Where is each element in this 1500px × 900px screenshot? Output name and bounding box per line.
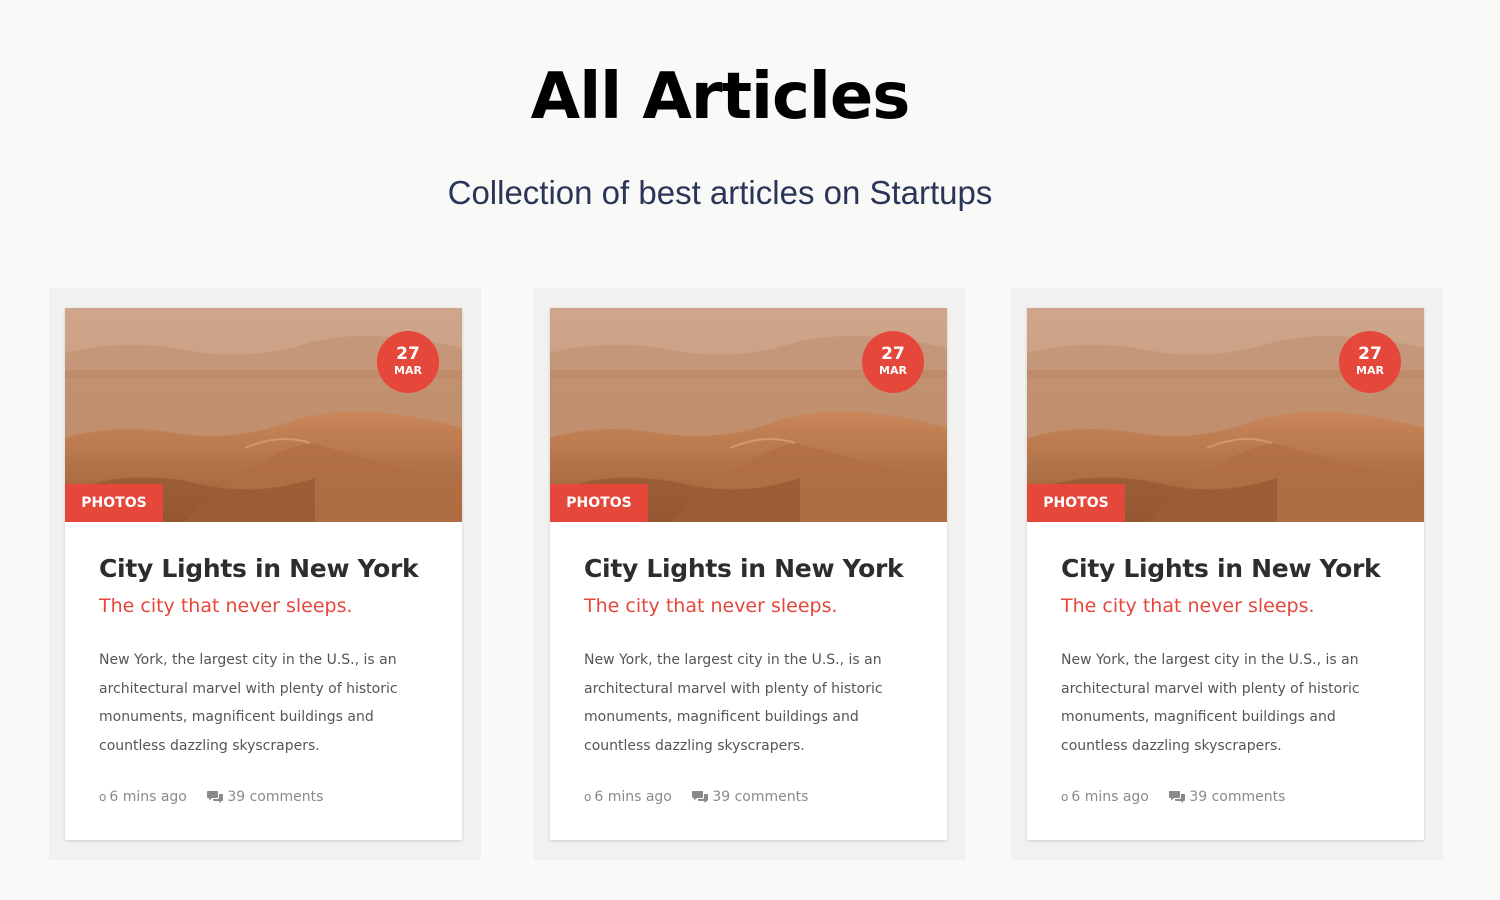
article-tagline: The city that never sleeps. [1061, 595, 1315, 617]
excerpt-line: monuments, magnificent buildings and [99, 709, 374, 725]
category-tag[interactable]: PHOTOS [550, 484, 648, 522]
article-meta: o6 mins ago 39 comments [1061, 789, 1401, 805]
date-badge: 27 MAR [1339, 331, 1401, 393]
article-card[interactable]: 27 MAR PHOTOS City Lights in New York Th… [65, 308, 462, 840]
time-meta: o6 mins ago [1061, 789, 1149, 805]
comments-count: 39 comments [1189, 789, 1286, 805]
article-card-frame: 27 MAR PHOTOS City Lights in New York Th… [1011, 288, 1443, 860]
date-badge: 27 MAR [862, 331, 924, 393]
article-image[interactable]: 27 MAR PHOTOS [1027, 308, 1424, 522]
article-tagline: The city that never sleeps. [99, 595, 353, 617]
article-tagline: The city that never sleeps. [584, 595, 838, 617]
article-excerpt: New York, the largest city in the U.S., … [1061, 646, 1381, 760]
excerpt-line: New York, the largest city in the U.S., … [1061, 652, 1359, 668]
excerpt-line: countless dazzling skyscrapers. [99, 737, 320, 754]
article-title[interactable]: City Lights in New York [584, 554, 934, 583]
comments-meta[interactable]: 39 comments [692, 789, 808, 805]
article-meta: o6 mins ago 39 comments [584, 789, 924, 805]
excerpt-line: countless dazzling skyscrapers. [584, 737, 805, 754]
comments-count: 39 comments [712, 789, 809, 805]
category-tag[interactable]: PHOTOS [65, 484, 163, 522]
excerpt-line: architectural marvel with plenty of hist… [99, 680, 398, 697]
time-meta: o6 mins ago [584, 789, 672, 805]
article-card-frame: 27 MAR PHOTOS City Lights in New York Th… [534, 288, 966, 860]
comment-icon [692, 791, 709, 803]
page-subtitle: Collection of best articles on Startups [447, 174, 993, 211]
excerpt-line: monuments, magnificent buildings and [584, 709, 859, 725]
excerpt-line: architectural marvel with plenty of hist… [584, 680, 883, 697]
article-title[interactable]: City Lights in New York [1061, 554, 1411, 583]
date-month: MAR [394, 364, 422, 377]
article-image[interactable]: 27 MAR PHOTOS [550, 308, 947, 522]
comments-count: 39 comments [227, 789, 324, 805]
clock-icon: o [1061, 790, 1069, 804]
date-day: 27 [396, 344, 420, 364]
excerpt-line: New York, the largest city in the U.S., … [99, 652, 397, 668]
article-card[interactable]: 27 MAR PHOTOS City Lights in New York Th… [550, 308, 947, 840]
date-month: MAR [1356, 364, 1384, 377]
excerpt-line: architectural marvel with plenty of hist… [1061, 680, 1360, 697]
article-image[interactable]: 27 MAR PHOTOS [65, 308, 462, 522]
clock-icon: o [584, 790, 592, 804]
excerpt-line: monuments, magnificent buildings and [1061, 709, 1336, 725]
comment-icon [207, 791, 224, 803]
date-month: MAR [879, 364, 907, 377]
time-meta: o6 mins ago [99, 789, 187, 805]
time-ago: 6 mins ago [594, 789, 672, 805]
category-tag[interactable]: PHOTOS [1027, 484, 1125, 522]
comments-meta[interactable]: 39 comments [1169, 789, 1285, 805]
page-title: All Articles [530, 60, 911, 134]
article-card[interactable]: 27 MAR PHOTOS City Lights in New York Th… [1027, 308, 1424, 840]
article-card-frame: 27 MAR PHOTOS City Lights in New York Th… [49, 288, 481, 860]
time-ago: 6 mins ago [109, 789, 187, 805]
time-ago: 6 mins ago [1071, 789, 1149, 805]
date-badge: 27 MAR [377, 331, 439, 393]
excerpt-line: New York, the largest city in the U.S., … [584, 652, 882, 668]
date-day: 27 [1358, 344, 1382, 364]
article-excerpt: New York, the largest city in the U.S., … [584, 646, 904, 760]
article-title[interactable]: City Lights in New York [99, 554, 449, 583]
comment-icon [1169, 791, 1186, 803]
date-day: 27 [881, 344, 905, 364]
comments-meta[interactable]: 39 comments [207, 789, 323, 805]
clock-icon: o [99, 790, 107, 804]
article-excerpt: New York, the largest city in the U.S., … [99, 646, 419, 760]
article-meta: o6 mins ago 39 comments [99, 789, 439, 805]
excerpt-line: countless dazzling skyscrapers. [1061, 737, 1282, 754]
